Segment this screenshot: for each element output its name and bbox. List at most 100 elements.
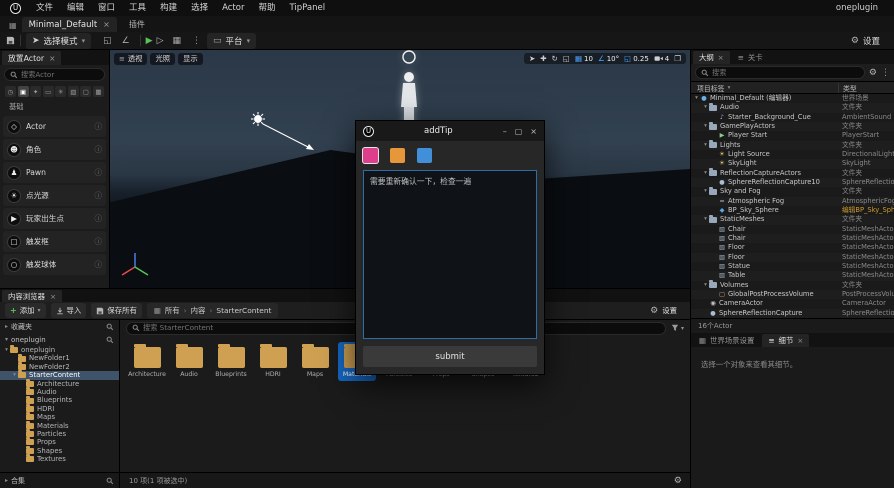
- placement-item-玩家出生点[interactable]: ▶ 玩家出生点 ⓘ: [3, 208, 106, 229]
- folder-tile-Audio[interactable]: Audio: [170, 342, 208, 381]
- scale-snap-control[interactable]: ◱ 0.25: [624, 54, 649, 63]
- settings-button[interactable]: ⚙ 设置: [851, 35, 888, 47]
- platforms-dropdown[interactable]: ▭ 平台 ▾: [207, 32, 257, 49]
- column-item-label[interactable]: 项目标签 ▾: [691, 83, 838, 93]
- tab-minimal-default[interactable]: Minimal_Default ×: [21, 17, 117, 32]
- breadcrumb-所有[interactable]: 所有: [165, 305, 180, 316]
- folder-tree-item-Materials[interactable]: Materials: [0, 420, 119, 430]
- rotate-tool-icon[interactable]: ↻: [552, 54, 558, 63]
- outliner-row[interactable]: ≈ Atmospheric Fog AtmosphericFog: [691, 196, 894, 206]
- folder-tree-item-StarterContent[interactable]: ▾ StarterContent: [0, 370, 119, 380]
- menu-item-帮助[interactable]: 帮助: [251, 0, 282, 16]
- more-options-icon[interactable]: ⋮: [192, 36, 201, 46]
- menu-item-构建[interactable]: 构建: [153, 0, 184, 16]
- maximize-viewport-icon[interactable]: ❐: [674, 54, 681, 63]
- play-button[interactable]: ▶: [146, 36, 153, 46]
- placement-item-点光源[interactable]: ☀ 点光源 ⓘ: [3, 185, 106, 206]
- outliner-row[interactable]: ▧ Floor StaticMeshActor: [691, 252, 894, 262]
- skip-button[interactable]: ▷: [157, 36, 164, 46]
- menu-item-选择[interactable]: 选择: [184, 0, 215, 16]
- folder-tree-item-Blueprints[interactable]: Blueprints: [0, 395, 119, 404]
- folder-tree-item-Particles[interactable]: Particles: [0, 429, 119, 438]
- camera-speed-control[interactable]: 4: [654, 55, 669, 63]
- column-type[interactable]: 类型: [838, 82, 894, 93]
- search-icon[interactable]: [106, 323, 114, 331]
- all-classes-icon[interactable]: ▦: [92, 86, 104, 97]
- menu-item-TipPanel[interactable]: TipPanel: [282, 0, 332, 16]
- filter-button[interactable]: ▾: [671, 324, 684, 332]
- expand-arrow-icon[interactable]: ▾: [702, 103, 709, 112]
- placement-search-input[interactable]: 搜索Actor: [4, 68, 105, 81]
- geometry-icon[interactable]: ▧: [67, 86, 79, 97]
- lit-dropdown[interactable]: 光照: [150, 53, 176, 65]
- outliner-row[interactable]: ◉ CameraActor CameraActor: [691, 299, 894, 308]
- folder-tree-item-Maps[interactable]: Maps: [0, 412, 119, 421]
- menu-item-Actor[interactable]: Actor: [215, 0, 251, 16]
- dialog-title-bar[interactable]: U addTip – ▢ ×: [356, 121, 544, 141]
- maximize-icon[interactable]: ▢: [515, 127, 523, 136]
- folder-tree-item-Audio[interactable]: Audio: [0, 387, 119, 396]
- expand-arrow-icon[interactable]: ▾: [702, 141, 709, 150]
- add-button[interactable]: + 添加 ▾: [5, 303, 46, 318]
- close-icon[interactable]: ×: [530, 127, 537, 136]
- import-button[interactable]: 导入: [50, 303, 87, 318]
- outliner-row[interactable]: ▾ Audio 文件夹: [691, 102, 894, 113]
- collections-section[interactable]: ▸ 合集: [0, 473, 120, 488]
- frame-icon[interactable]: ▦: [173, 36, 182, 46]
- move-tool-icon[interactable]: ✚: [540, 54, 546, 63]
- expand-arrow-icon[interactable]: ▾: [702, 169, 709, 178]
- outliner-row[interactable]: ▶ Player Start PlayerStart: [691, 131, 894, 140]
- outliner-settings-icon[interactable]: ⚙: [869, 68, 877, 78]
- tab-place-actors[interactable]: 放置Actor ×: [2, 51, 62, 65]
- color-swatch-pink[interactable]: [363, 148, 378, 163]
- folder-tile-Maps[interactable]: Maps: [296, 342, 334, 381]
- landscape-tool-icon[interactable]: ∠: [122, 36, 130, 46]
- expand-arrow-icon[interactable]: ▾: [3, 346, 10, 354]
- placement-item-Actor[interactable]: ◇ Actor ⓘ: [3, 116, 106, 137]
- outliner-row[interactable]: ▾ ● Minimal_Default (编辑器) 世界场景: [691, 94, 894, 103]
- save-icon[interactable]: [6, 36, 15, 45]
- placement-item-触发球体[interactable]: ○ 触发球体 ⓘ: [3, 254, 106, 275]
- basic-icon[interactable]: ▣: [17, 86, 29, 97]
- folder-tile-HDRI[interactable]: HDRI: [254, 342, 292, 381]
- tab-world-settings[interactable]: ▦ 世界场景设置: [693, 334, 760, 347]
- edit-tool-icon[interactable]: ◱: [103, 36, 112, 46]
- show-dropdown[interactable]: 显示: [178, 53, 203, 65]
- content-browser-settings-button[interactable]: ⚙ 设置: [650, 305, 685, 316]
- directional-light-gizmo[interactable]: [248, 110, 320, 159]
- outliner-row[interactable]: ●SphereReflectionCaptureSphereReflection…: [691, 308, 894, 318]
- plugins-button[interactable]: 插件: [129, 19, 145, 30]
- close-icon[interactable]: ×: [103, 20, 110, 29]
- outliner-row[interactable]: ▾ Lights 文件夹: [691, 140, 894, 150]
- outliner-search-input[interactable]: 搜索: [695, 66, 865, 79]
- folder-tree-item-Props[interactable]: Props: [0, 437, 119, 446]
- outliner-row[interactable]: ☀ SkyLight SkyLight: [691, 159, 894, 169]
- select-mode-dropdown[interactable]: ➤ 选择模式 ▾: [26, 32, 92, 49]
- perspective-dropdown[interactable]: ≡ 透视: [114, 53, 148, 65]
- outliner-row[interactable]: ◆BP_Sky_Sphere 编辑BP_Sky_Sphere: [691, 206, 894, 215]
- tab-levels[interactable]: ≡ 关卡: [732, 51, 769, 64]
- cinematic-icon[interactable]: ▭: [42, 86, 54, 97]
- outliner-row[interactable]: ▧ Statue StaticMeshActor: [691, 262, 894, 271]
- view-options-icon[interactable]: ⚙: [674, 476, 690, 486]
- placement-item-触发框[interactable]: ▢ 触发框 ⓘ: [3, 231, 106, 252]
- volumes-icon[interactable]: ▢: [80, 86, 92, 97]
- outliner-row[interactable]: ▾ Sky and Fog 文件夹: [691, 186, 894, 196]
- outliner-options-icon[interactable]: ⋮: [881, 68, 890, 78]
- placement-item-Pawn[interactable]: ♟ Pawn ⓘ: [3, 162, 106, 183]
- lights-icon[interactable]: ✦: [30, 86, 42, 97]
- tab-outliner[interactable]: 大纲 ×: [693, 51, 730, 64]
- placement-item-角色[interactable]: ☻ 角色 ⓘ: [3, 139, 106, 160]
- tab-content-browser[interactable]: 内容浏览器 ×: [2, 290, 63, 302]
- favorites-section[interactable]: ▸ 收藏夹: [0, 320, 119, 333]
- folder-tree-item-Architecture[interactable]: Architecture: [0, 378, 119, 388]
- project-section[interactable]: ▾ oneplugin: [0, 333, 119, 346]
- outliner-row[interactable]: ▧ Chair StaticMeshActor: [691, 225, 894, 234]
- expand-arrow-icon[interactable]: ▾: [693, 94, 700, 103]
- search-icon[interactable]: [106, 336, 114, 344]
- tip-text-area[interactable]: 需要重新确认一下，检查一遍: [363, 170, 537, 339]
- folder-tree-item-HDRI[interactable]: HDRI: [0, 403, 119, 413]
- folder-tree-item-Textures[interactable]: Textures: [0, 454, 119, 463]
- expand-arrow-icon[interactable]: ▾: [11, 371, 18, 379]
- outliner-row[interactable]: ☀ Light Source DirectionalLight: [691, 150, 894, 159]
